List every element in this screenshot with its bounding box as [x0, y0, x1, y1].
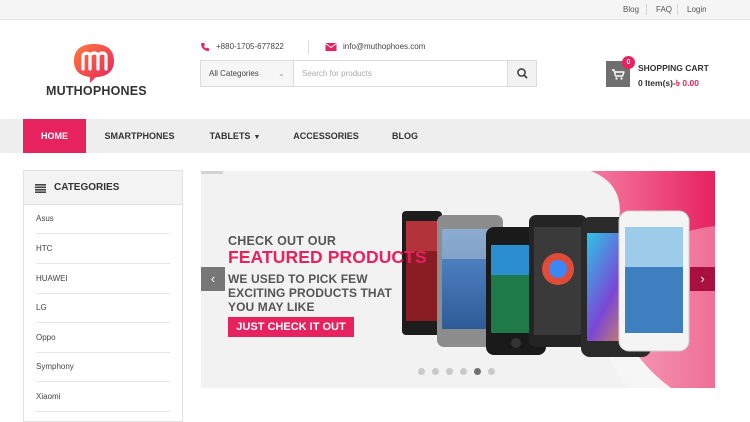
categories-title: CATEGORIES	[54, 182, 120, 193]
search-button[interactable]	[507, 61, 536, 86]
search-icon	[517, 68, 528, 79]
cart-summary[interactable]: 0 Item(s)-৳ 0.00	[638, 77, 699, 91]
category-select-value: All Categories	[209, 69, 259, 78]
search-input[interactable]	[295, 61, 507, 86]
nav-item-tablets[interactable]: TABLETS ▼	[198, 119, 272, 153]
chevron-right-icon: ›	[700, 271, 705, 286]
phone-icon	[201, 43, 209, 51]
chevron-left-icon: ‹	[210, 271, 216, 286]
cart-title[interactable]: SHOPPING CART	[638, 63, 709, 73]
category-item-htc[interactable]: HTC	[36, 234, 170, 264]
slider-next-button[interactable]: ›	[690, 267, 715, 291]
featured-slider[interactable]: CHECK OUT OUR FEATURED PRODUCTS WE USED …	[201, 171, 715, 388]
top-link-login[interactable]: Login	[687, 5, 707, 14]
category-item-huawei[interactable]: HUAWEI	[36, 264, 170, 294]
mail-icon	[325, 43, 337, 51]
chevron-down-icon: ⌄	[278, 69, 285, 78]
category-item-asus[interactable]: Asus	[36, 204, 170, 234]
category-item-xiaomi[interactable]: Xiaomi	[36, 382, 170, 412]
category-item-symphony[interactable]: Symphony	[36, 352, 170, 382]
category-item-oppo[interactable]: Oppo	[36, 323, 170, 353]
main-nav: HOME SMARTPHONES TABLETS ▼ ACCESSORIES BL…	[0, 119, 750, 153]
nav-item-smartphones[interactable]: SMARTPHONES	[92, 119, 187, 153]
top-divider	[646, 4, 647, 15]
slider-dot-active[interactable]	[474, 368, 481, 375]
check-it-out-button[interactable]: JUST CHECK IT OUT	[228, 317, 354, 337]
slider-headline-1: CHECK OUT OUR	[228, 234, 337, 248]
list-icon	[35, 184, 46, 193]
brand-name[interactable]: MUTHOPHONES	[46, 84, 147, 98]
category-select[interactable]: All Categories ⌄	[201, 61, 294, 86]
slider-dot[interactable]	[418, 368, 425, 375]
cart-items-label: 0 Item(s)-	[638, 78, 676, 88]
categories-sidebar: CATEGORIES Asus HTC HUAWEI LG Oppo Symph…	[23, 170, 183, 422]
top-bar: Blog FAQ Login	[0, 0, 750, 20]
caret-down-icon: ▼	[253, 134, 261, 141]
slider-prev-button[interactable]: ‹	[201, 267, 225, 291]
slider-dot[interactable]	[432, 368, 439, 375]
slider-description: WE USED TO PICK FEW EXCITING PRODUCTS TH…	[228, 272, 392, 314]
nav-item-accessories[interactable]: ACCESSORIES	[283, 119, 369, 153]
cart-amount: ৳ 0.00	[675, 78, 699, 88]
top-link-faq[interactable]: FAQ	[656, 5, 672, 14]
slider-dot[interactable]	[488, 368, 495, 375]
category-item-lg[interactable]: LG	[36, 293, 170, 323]
phone-number[interactable]: +880-1705-677822	[216, 42, 284, 51]
slider-headline-2: FEATURED PRODUCTS	[228, 247, 427, 267]
nav-item-blog[interactable]: BLOG	[381, 119, 429, 153]
nav-item-tablets-label: TABLETS	[209, 131, 251, 141]
contact-divider	[308, 40, 309, 54]
top-divider	[677, 4, 678, 15]
slider-dot[interactable]	[460, 368, 467, 375]
top-link-blog[interactable]: Blog	[623, 5, 639, 14]
search-bar: All Categories ⌄	[200, 60, 537, 87]
logo-icon[interactable]	[68, 41, 120, 85]
email-address[interactable]: info@muthophoes.com	[343, 42, 425, 51]
nav-item-home[interactable]: HOME	[23, 119, 86, 153]
cart-count-badge: 0	[622, 56, 635, 69]
slider-dot[interactable]	[446, 368, 453, 375]
categories-header: CATEGORIES	[24, 171, 182, 205]
